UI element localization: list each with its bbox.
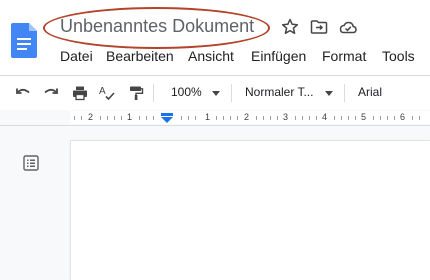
ruler-tick [121,116,122,120]
redo-icon[interactable] [42,84,60,102]
menu-einfuegen[interactable]: Einfügen [251,48,306,64]
ruler-tick [188,116,189,120]
ruler-tick [223,116,224,120]
toolbar-separator [153,84,154,102]
ruler-tick [295,116,296,120]
ruler-tick [114,116,115,120]
ruler-label: 4 [322,112,328,122]
ruler-label: 5 [361,112,367,122]
indent-marker-icon[interactable] [160,113,174,123]
ruler-tick [216,116,217,120]
ruler-tick [355,116,356,120]
svg-text:A: A [99,86,106,97]
menu-tools[interactable]: Tools [382,48,415,64]
zoom-caret-icon[interactable] [212,91,220,96]
spellcheck-icon[interactable]: A [98,84,116,102]
ruler-tick [100,116,101,120]
ruler-tick [341,116,342,120]
cloud-status-icon[interactable] [338,17,358,37]
ruler-tick [181,116,182,120]
ruler-tick [316,116,317,120]
undo-icon[interactable] [14,84,32,102]
star-icon[interactable] [280,17,300,37]
ruler-label: 1 [205,112,211,122]
zoom-select[interactable]: 100% [171,85,202,99]
ruler-tick [153,116,154,120]
menu-bearbeiten[interactable]: Bearbeiten [106,48,174,64]
docs-logo-icon[interactable] [11,23,37,58]
ruler-tick [373,116,374,120]
menu-datei[interactable]: Datei [60,48,93,64]
document-outline-icon[interactable] [23,155,39,171]
ruler-tick [394,116,395,120]
ruler-tick [348,116,349,120]
paint-format-icon[interactable] [127,84,145,102]
title-highlight-annotation [43,7,270,49]
menu-ansicht[interactable]: Ansicht [188,48,234,64]
ruler-tick [270,116,271,120]
ruler-tick [309,116,310,120]
menu-format[interactable]: Format [322,48,366,64]
toolbar-separator [344,84,345,102]
ruler-label: 2 [88,112,94,122]
ruler-label: 6 [400,112,406,122]
ruler-tick [146,116,147,120]
ruler-label: 2 [244,112,250,122]
ruler-tick [387,116,388,120]
ruler-tick [302,116,303,120]
ruler-tick [412,116,413,120]
ruler-tick [380,116,381,120]
font-select[interactable]: Arial [358,85,382,99]
ruler-tick [74,116,75,120]
ruler-tick [263,116,264,120]
print-icon[interactable] [71,84,89,102]
ruler-tick [195,116,196,120]
move-folder-icon[interactable] [309,17,329,37]
ruler-tick [139,116,140,120]
document-page[interactable] [71,141,430,280]
ruler-page-area [70,111,430,124]
ruler-tick [81,116,82,120]
ruler-tick [107,116,108,120]
toolbar-separator [231,84,232,102]
ruler-tick [334,116,335,120]
ruler-tick [237,116,238,120]
ruler-label: 3 [283,112,289,122]
style-select[interactable]: Normaler T... [245,85,313,99]
style-caret-icon[interactable] [325,91,333,96]
ruler-tick [419,116,420,120]
ruler-tick [256,116,257,120]
ruler-label: 1 [127,112,133,122]
ruler-tick [277,116,278,120]
ruler-tick [230,116,231,120]
